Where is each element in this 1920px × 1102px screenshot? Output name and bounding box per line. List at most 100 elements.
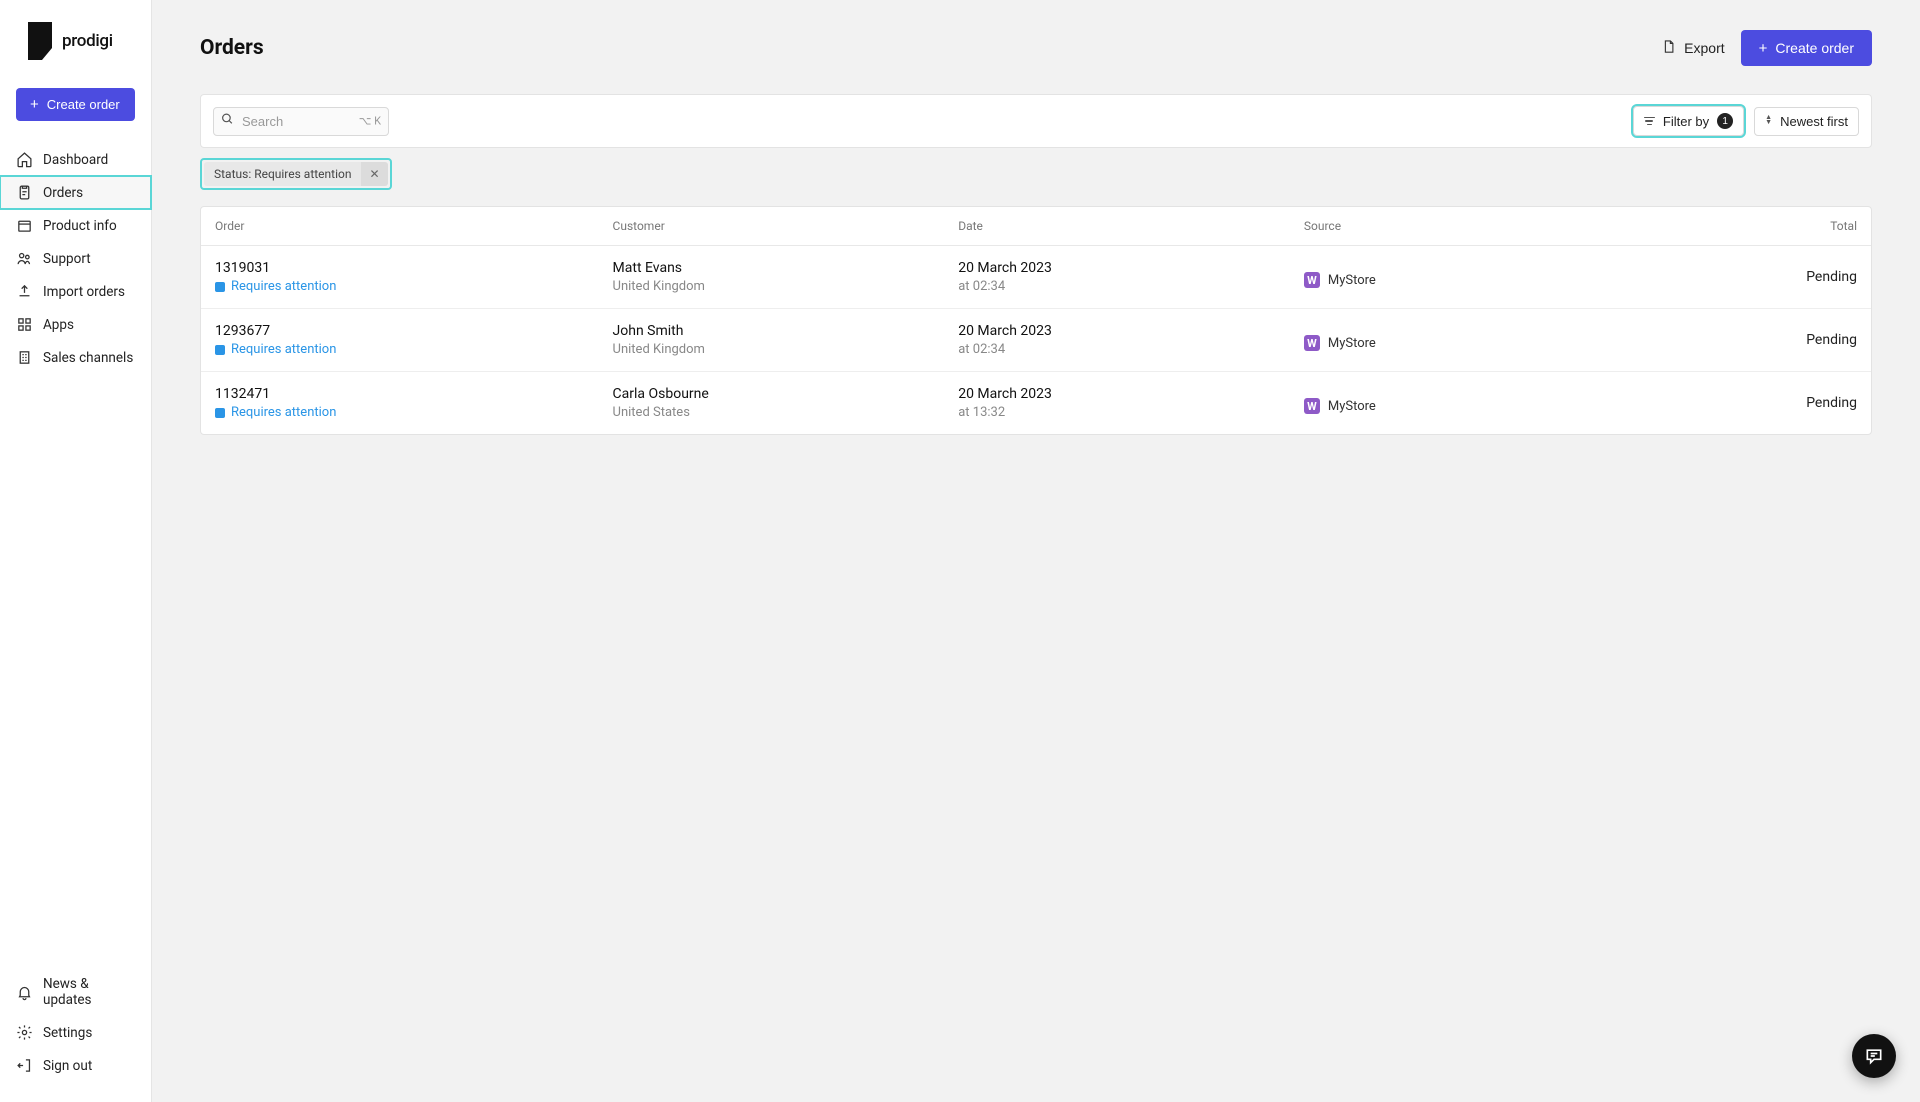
orders-table: Order Customer Date Source Total 1319031…	[200, 206, 1872, 435]
logo: prodigi	[0, 22, 151, 88]
search-shortcut: ⌥ K	[359, 115, 381, 128]
date-cell: 20 March 2023 at 02:34	[958, 260, 1304, 294]
sidebar-item-label: Apps	[43, 317, 74, 333]
customer-cell: Matt Evans United Kingdom	[613, 260, 959, 294]
sidebar-create-order-button[interactable]: + Create order	[16, 88, 135, 121]
source-name: MyStore	[1328, 399, 1376, 414]
status-dot-icon	[215, 282, 225, 292]
page-header: Orders Export + Create order	[200, 30, 1872, 66]
order-id: 1132471	[215, 386, 613, 402]
date-cell: 20 March 2023 at 02:34	[958, 323, 1304, 357]
export-button[interactable]: Export	[1661, 39, 1724, 57]
signout-icon	[16, 1057, 33, 1074]
customer-cell: Carla Osbourne United States	[613, 386, 959, 420]
table-header: Order Customer Date Source Total	[201, 207, 1871, 246]
search-icon	[221, 113, 234, 130]
sidebar-item-dashboard[interactable]: Dashboard	[0, 143, 151, 176]
order-time: at 02:34	[958, 342, 1304, 357]
sidebar-item-product-info[interactable]: Product info	[0, 209, 151, 242]
order-date: 20 March 2023	[958, 323, 1304, 339]
home-icon	[16, 151, 33, 168]
order-cell: 1132471 Requires attention	[215, 386, 613, 420]
sidebar: prodigi + Create order Dashboard Orders	[0, 0, 152, 1102]
create-order-button[interactable]: + Create order	[1741, 30, 1872, 66]
logo-mark-icon	[28, 22, 52, 60]
export-label: Export	[1684, 40, 1724, 56]
filter-label: Filter by	[1663, 114, 1709, 129]
col-customer: Customer	[613, 219, 959, 233]
sort-label: Newest first	[1780, 114, 1848, 129]
filter-chip: Status: Requires attention ✕	[204, 162, 388, 186]
box-icon	[16, 217, 33, 234]
filter-chip-row: Status: Requires attention ✕	[200, 158, 1872, 190]
sidebar-item-settings[interactable]: Settings	[0, 1016, 151, 1049]
order-cell: 1293677 Requires attention	[215, 323, 613, 357]
date-cell: 20 March 2023 at 13:32	[958, 386, 1304, 420]
status-label: Requires attention	[231, 279, 336, 294]
order-id: 1319031	[215, 260, 613, 276]
building-icon	[16, 349, 33, 366]
col-order: Order	[215, 219, 613, 233]
customer-name: Carla Osbourne	[613, 386, 959, 402]
main-content: Orders Export + Create order	[152, 0, 1920, 1102]
filter-icon	[1644, 117, 1655, 125]
customer-country: United States	[613, 405, 959, 420]
filter-chip-label: Status: Requires attention	[204, 162, 361, 186]
sidebar-item-label: Settings	[43, 1025, 92, 1041]
total-cell: Pending	[1684, 332, 1857, 348]
order-date: 20 March 2023	[958, 260, 1304, 276]
order-status: Requires attention	[215, 405, 613, 420]
col-total: Total	[1684, 219, 1857, 233]
filter-chip-close-button[interactable]: ✕	[361, 162, 387, 186]
order-status: Requires attention	[215, 279, 613, 294]
total-cell: Pending	[1684, 269, 1857, 285]
brand-name: prodigi	[62, 31, 113, 51]
customer-name: John Smith	[613, 323, 959, 339]
sort-button[interactable]: ▲▼ Newest first	[1754, 107, 1859, 136]
col-source: Source	[1304, 219, 1684, 233]
clipboard-icon	[16, 184, 33, 201]
sidebar-footer: News & updates Settings Sign out	[0, 968, 151, 1102]
total-cell: Pending	[1684, 395, 1857, 411]
sidebar-nav: Dashboard Orders Product info Support	[0, 143, 151, 968]
source-cell: W MyStore	[1304, 266, 1684, 288]
sidebar-item-label: Import orders	[43, 284, 125, 300]
status-label: Requires attention	[231, 405, 336, 420]
gear-icon	[16, 1024, 33, 1041]
table-row[interactable]: 1132471 Requires attention Carla Osbourn…	[201, 372, 1871, 434]
order-time: at 02:34	[958, 279, 1304, 294]
table-row[interactable]: 1293677 Requires attention John Smith Un…	[201, 309, 1871, 372]
sidebar-item-signout[interactable]: Sign out	[0, 1049, 151, 1082]
create-label: Create order	[1775, 40, 1854, 56]
sidebar-item-label: Support	[43, 251, 91, 267]
order-time: at 13:32	[958, 405, 1304, 420]
source-name: MyStore	[1328, 336, 1376, 351]
sidebar-item-apps[interactable]: Apps	[0, 308, 151, 341]
customer-name: Matt Evans	[613, 260, 959, 276]
sidebar-item-support[interactable]: Support	[0, 242, 151, 275]
people-icon	[16, 250, 33, 267]
bell-icon	[16, 984, 33, 1001]
order-id: 1293677	[215, 323, 613, 339]
search-wrap: ⌥ K	[213, 107, 389, 136]
source-cell: W MyStore	[1304, 392, 1684, 414]
source-badge-icon: W	[1304, 398, 1320, 414]
header-actions: Export + Create order	[1661, 30, 1872, 66]
table-row[interactable]: 1319031 Requires attention Matt Evans Un…	[201, 246, 1871, 309]
sidebar-item-import-orders[interactable]: Import orders	[0, 275, 151, 308]
sidebar-item-label: Dashboard	[43, 152, 108, 168]
sidebar-item-label: Product info	[43, 218, 117, 234]
grid-icon	[16, 316, 33, 333]
filter-count-badge: 1	[1717, 113, 1733, 129]
sidebar-item-label: Orders	[43, 185, 83, 201]
col-date: Date	[958, 219, 1304, 233]
sidebar-item-sales-channels[interactable]: Sales channels	[0, 341, 151, 374]
filter-by-button[interactable]: Filter by 1	[1633, 106, 1744, 136]
source-badge-icon: W	[1304, 335, 1320, 351]
orders-toolbar: ⌥ K Filter by 1 ▲▼ Newest first	[200, 94, 1872, 148]
customer-country: United Kingdom	[613, 279, 959, 294]
sidebar-create-label: Create order	[47, 97, 120, 112]
sidebar-item-news[interactable]: News & updates	[0, 968, 151, 1016]
chat-widget-button[interactable]	[1852, 1034, 1896, 1078]
sidebar-item-orders[interactable]: Orders	[0, 176, 151, 209]
